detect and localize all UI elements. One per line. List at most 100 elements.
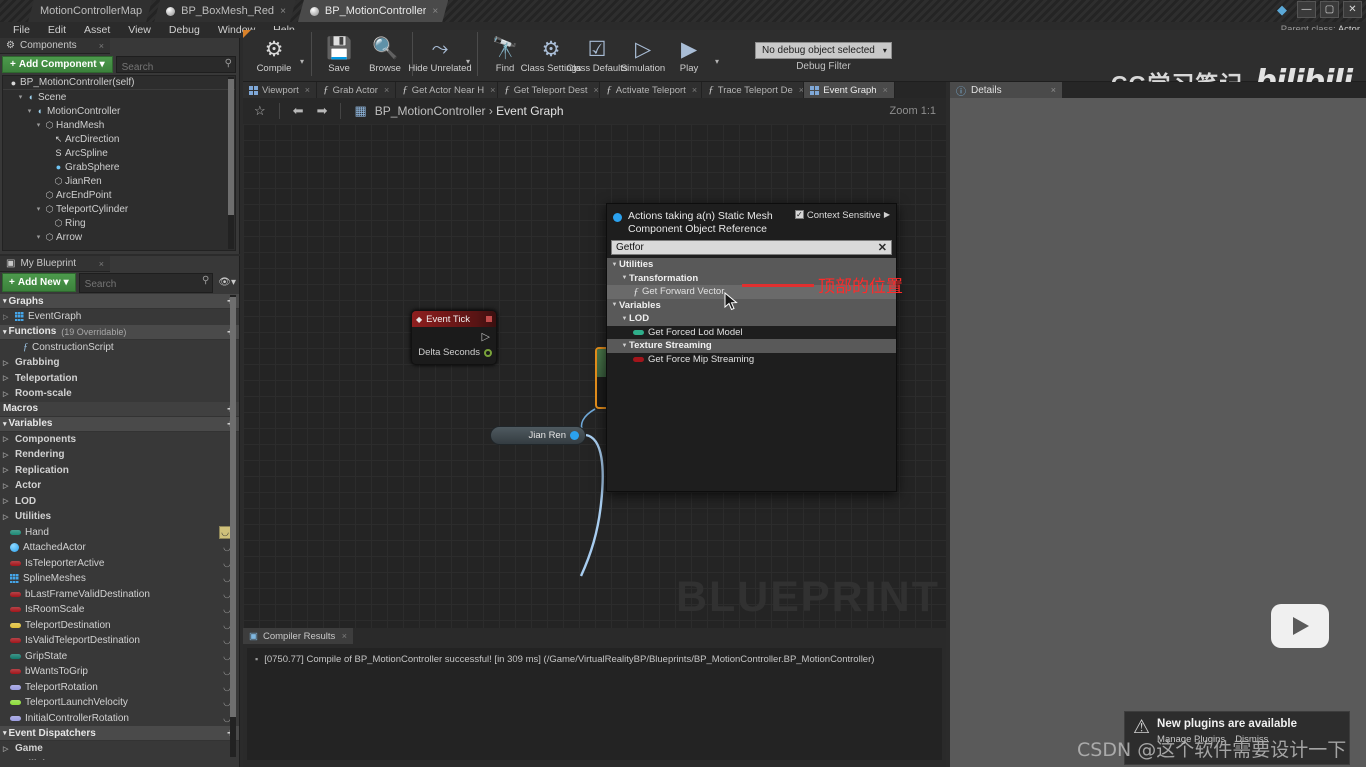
menu-item-debug[interactable]: Debug [160, 22, 209, 38]
components-search[interactable]: ⚲ [116, 56, 236, 73]
list-item[interactable]: ƒ ConstructionScript [0, 340, 239, 356]
node-jian-ren-variable[interactable]: Jian Ren [490, 426, 586, 445]
expand-arrow-icon[interactable]: ▷ [3, 313, 11, 321]
expand-arrow-icon[interactable]: ▾ [3, 729, 7, 737]
list-item[interactable]: ▷ Rendering [0, 447, 239, 463]
variable-row[interactable]: bWantsToGrip ◡ [0, 664, 239, 680]
chevron-down-icon[interactable]: ▾ [712, 57, 722, 66]
expand-arrow-icon[interactable]: ▼ [620, 275, 629, 281]
variable-row[interactable]: IsRoomScale ◡ [0, 602, 239, 618]
back-arrow-icon[interactable]: ⬅ [288, 103, 309, 119]
browse-button[interactable]: 🔍 Browse [362, 32, 408, 74]
action-menu-search-input[interactable] [616, 242, 878, 253]
expand-arrow-icon[interactable]: ▷ [3, 359, 11, 367]
variable-row[interactable]: SplineMeshes ◡ [0, 571, 239, 587]
component-tree-row[interactable]: ▾ ◐ MotionController [3, 104, 235, 118]
chevron-right-icon[interactable]: ▶ [884, 210, 890, 219]
list-item[interactable]: ▷ LOD [0, 494, 239, 510]
close-icon[interactable]: × [883, 85, 888, 95]
simulation-button[interactable]: ▷ Simulation [620, 32, 666, 74]
action-menu-row[interactable]: ▼ LOD [607, 312, 896, 326]
menu-item-edit[interactable]: Edit [39, 22, 75, 38]
variable-row[interactable]: IsTeleporterActive ◡ [0, 556, 239, 572]
section-header-graphs[interactable]: ▾Graphs+ [0, 294, 239, 309]
variable-row[interactable]: bLastFrameValidDestination ◡ [0, 587, 239, 603]
expand-arrow-icon[interactable]: ▷ [3, 497, 11, 505]
component-tree-row[interactable]: ▾ ⬡ Arrow [3, 230, 235, 244]
expand-arrow-icon[interactable]: ▷ [3, 374, 11, 382]
list-item[interactable]: ▷ Room-scale [0, 386, 239, 402]
list-item[interactable]: ▷ Utilities [0, 509, 239, 525]
my-blueprint-list[interactable]: ▾Graphs+▷EventGraph▾Functions(19 Overrid… [0, 294, 239, 760]
close-icon[interactable]: × [384, 85, 389, 95]
action-menu-row[interactable]: Get Force Mip Streaming [607, 353, 896, 367]
components-scrollbar[interactable] [228, 77, 234, 249]
my-blueprint-tab[interactable]: ▣ My Blueprint × [0, 256, 110, 272]
section-header-functions[interactable]: ▾Functions(19 Overridable)+ [0, 325, 239, 340]
expand-arrow-icon[interactable]: ▾ [3, 420, 7, 428]
component-tree-row[interactable]: ↖ ArcDirection [3, 132, 235, 146]
action-menu-row[interactable]: ▼ Utilities [607, 258, 896, 272]
breakpoint-icon[interactable] [486, 316, 492, 322]
components-tree[interactable]: ● BP_MotionController(self) ▾ ◐ Scene ▾ ◐ Mot… [2, 75, 236, 251]
expand-arrow-icon[interactable]: ▾ [34, 121, 43, 129]
list-item[interactable]: ▷ Replication [0, 463, 239, 479]
component-tree-row[interactable]: ▾ ⬡ HandMesh [3, 118, 235, 132]
variable-row[interactable]: TeleportDestination ◡ [0, 618, 239, 634]
chevron-down-icon[interactable]: ▾ [297, 57, 307, 66]
action-menu-search[interactable]: ✕ [611, 240, 892, 255]
action-menu-row[interactable]: ▼ Texture Streaming [607, 339, 896, 353]
blueprint-action-menu[interactable]: Actions taking a(n) Static Mesh Componen… [606, 203, 897, 492]
add-new-button[interactable]: + Add New ▾ [2, 273, 76, 292]
tab-trace-teleport-de[interactable]: ƒ Trace Teleport De × [702, 82, 804, 98]
window-tab-0[interactable]: MotionControllerMap [28, 0, 152, 22]
component-tree-row[interactable]: ▾ ⬡ TeleportCylinder [3, 202, 235, 216]
expand-arrow-icon[interactable]: ▷ [3, 390, 11, 398]
variable-row[interactable]: TeleportRotation ◡ [0, 680, 239, 696]
my-blueprint-search-input[interactable] [80, 277, 213, 292]
tab-grab-actor[interactable]: ƒ Grab Actor × [317, 82, 396, 98]
expand-arrow-icon[interactable]: ▷ [3, 451, 11, 459]
action-menu-row[interactable]: ▼ Variables [607, 299, 896, 313]
expand-arrow-icon[interactable]: ▷ [3, 482, 11, 490]
breadcrumb-root[interactable]: BP_MotionController [375, 104, 486, 118]
expand-arrow-icon[interactable]: ▷ [3, 466, 11, 474]
forward-arrow-icon[interactable]: ➡ [312, 103, 333, 119]
close-icon[interactable]: × [342, 631, 347, 641]
expand-arrow-icon[interactable]: ▷ [3, 435, 11, 443]
close-icon[interactable]: × [594, 85, 599, 95]
node-event-tick[interactable]: ◆ Event Tick ▷ Delta Seconds [411, 310, 497, 365]
my-blueprint-search[interactable]: ⚲ [79, 273, 214, 293]
close-icon[interactable]: × [99, 41, 104, 51]
close-icon[interactable]: × [1051, 85, 1056, 95]
close-x-icon[interactable]: ✕ [878, 241, 887, 254]
close-button[interactable]: ✕ [1343, 1, 1362, 18]
add-component-button[interactable]: + Add Component ▾ [2, 56, 113, 73]
expand-arrow-icon[interactable]: ▾ [34, 205, 43, 213]
menu-item-view[interactable]: View [119, 22, 160, 38]
component-tree-row[interactable]: ⬡ Ring [3, 216, 235, 230]
tab-activate-teleport[interactable]: ƒ Activate Teleport × [600, 82, 702, 98]
compile-button[interactable]: ⚙ Compile [251, 32, 297, 74]
menu-item-file[interactable]: File [4, 22, 39, 38]
play-button[interactable]: ▶ Play [666, 32, 712, 74]
checkbox-icon[interactable]: ✓ [795, 210, 804, 219]
component-tree-row[interactable]: ⬡ JianRen [3, 174, 235, 188]
expand-arrow-icon[interactable]: ▼ [620, 343, 629, 349]
action-menu-row[interactable]: Get Forced Lod Model [607, 326, 896, 340]
tab-get-teleport-dest[interactable]: ƒ Get Teleport Dest × [498, 82, 600, 98]
list-item[interactable]: ▷ Components [0, 432, 239, 448]
variable-row[interactable]: InitialControllerRotation ◡ [0, 711, 239, 727]
expand-arrow-icon[interactable]: ▾ [16, 93, 25, 101]
expand-arrow-icon[interactable]: ▼ [610, 262, 619, 268]
close-icon[interactable]: × [305, 85, 310, 95]
list-item[interactable]: ▷ Actor [0, 478, 239, 494]
close-icon[interactable]: × [799, 85, 804, 95]
compiler-results-tab[interactable]: ▣ Compiler Results × [243, 628, 353, 644]
variable-row[interactable]: AttachedActor ◡ [0, 540, 239, 556]
list-item[interactable]: ▷ Game [0, 741, 239, 757]
components-search-input[interactable] [117, 60, 235, 75]
expand-arrow-icon[interactable]: ▾ [3, 328, 7, 336]
save-button[interactable]: 💾 Save [316, 32, 362, 74]
window-tab-2[interactable]: BP_MotionController × [298, 0, 448, 22]
